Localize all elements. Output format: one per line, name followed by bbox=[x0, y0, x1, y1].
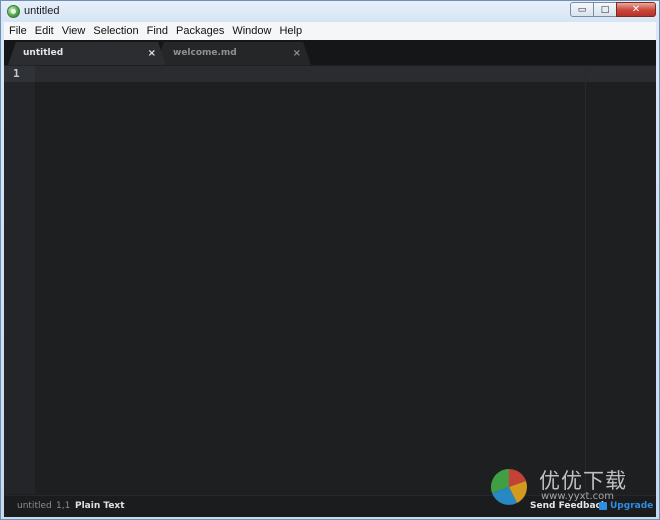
status-file-name[interactable]: untitled bbox=[17, 496, 52, 516]
title-bar[interactable]: untitled ▭ □ ✕ bbox=[1, 1, 659, 22]
menu-help[interactable]: Help bbox=[275, 22, 306, 40]
menu-view[interactable]: View bbox=[58, 22, 90, 40]
menu-find[interactable]: Find bbox=[143, 22, 172, 40]
tab-label: untitled bbox=[23, 48, 64, 58]
tab-welcome-md[interactable]: welcome.md × bbox=[156, 42, 311, 65]
tab-close-icon[interactable]: × bbox=[148, 42, 156, 65]
tab-label: welcome.md bbox=[173, 48, 237, 58]
current-line-highlight[interactable] bbox=[4, 66, 656, 82]
window-controls: ▭ □ ✕ bbox=[570, 2, 656, 18]
status-syntax-mode[interactable]: Plain Text bbox=[75, 496, 125, 516]
menu-packages[interactable]: Packages bbox=[172, 22, 228, 40]
menu-file[interactable]: File bbox=[4, 22, 31, 40]
status-cursor-position[interactable]: 1,1 bbox=[56, 496, 70, 516]
menu-bar: File Edit View Selection Find Packages W… bbox=[4, 22, 656, 41]
maximize-button[interactable]: □ bbox=[593, 2, 617, 17]
watermark-url: www.yyxt.com bbox=[541, 491, 615, 502]
minimap-divider bbox=[585, 65, 586, 494]
menu-window[interactable]: Window bbox=[228, 22, 275, 40]
editor-pane: welcome.md × untitled × 1 untitled 1,1 P… bbox=[4, 40, 656, 517]
watermark-logo-icon bbox=[490, 468, 527, 505]
line-number: 1 bbox=[13, 67, 20, 80]
tab-bar: welcome.md × untitled × bbox=[4, 40, 656, 65]
watermark: 优优下载 www.yyxt.com bbox=[489, 463, 649, 509]
close-button[interactable]: ✕ bbox=[616, 2, 656, 17]
tab-close-icon[interactable]: × bbox=[293, 42, 301, 65]
app-window: untitled ▭ □ ✕ File Edit View Selection … bbox=[0, 0, 660, 520]
app-logo-icon bbox=[7, 5, 20, 18]
menu-selection[interactable]: Selection bbox=[89, 22, 142, 40]
tab-untitled[interactable]: untitled × bbox=[8, 42, 166, 65]
line-gutter bbox=[4, 65, 35, 494]
window-title: untitled bbox=[24, 5, 60, 17]
menu-edit[interactable]: Edit bbox=[31, 22, 58, 40]
minimize-button[interactable]: ▭ bbox=[570, 2, 594, 17]
